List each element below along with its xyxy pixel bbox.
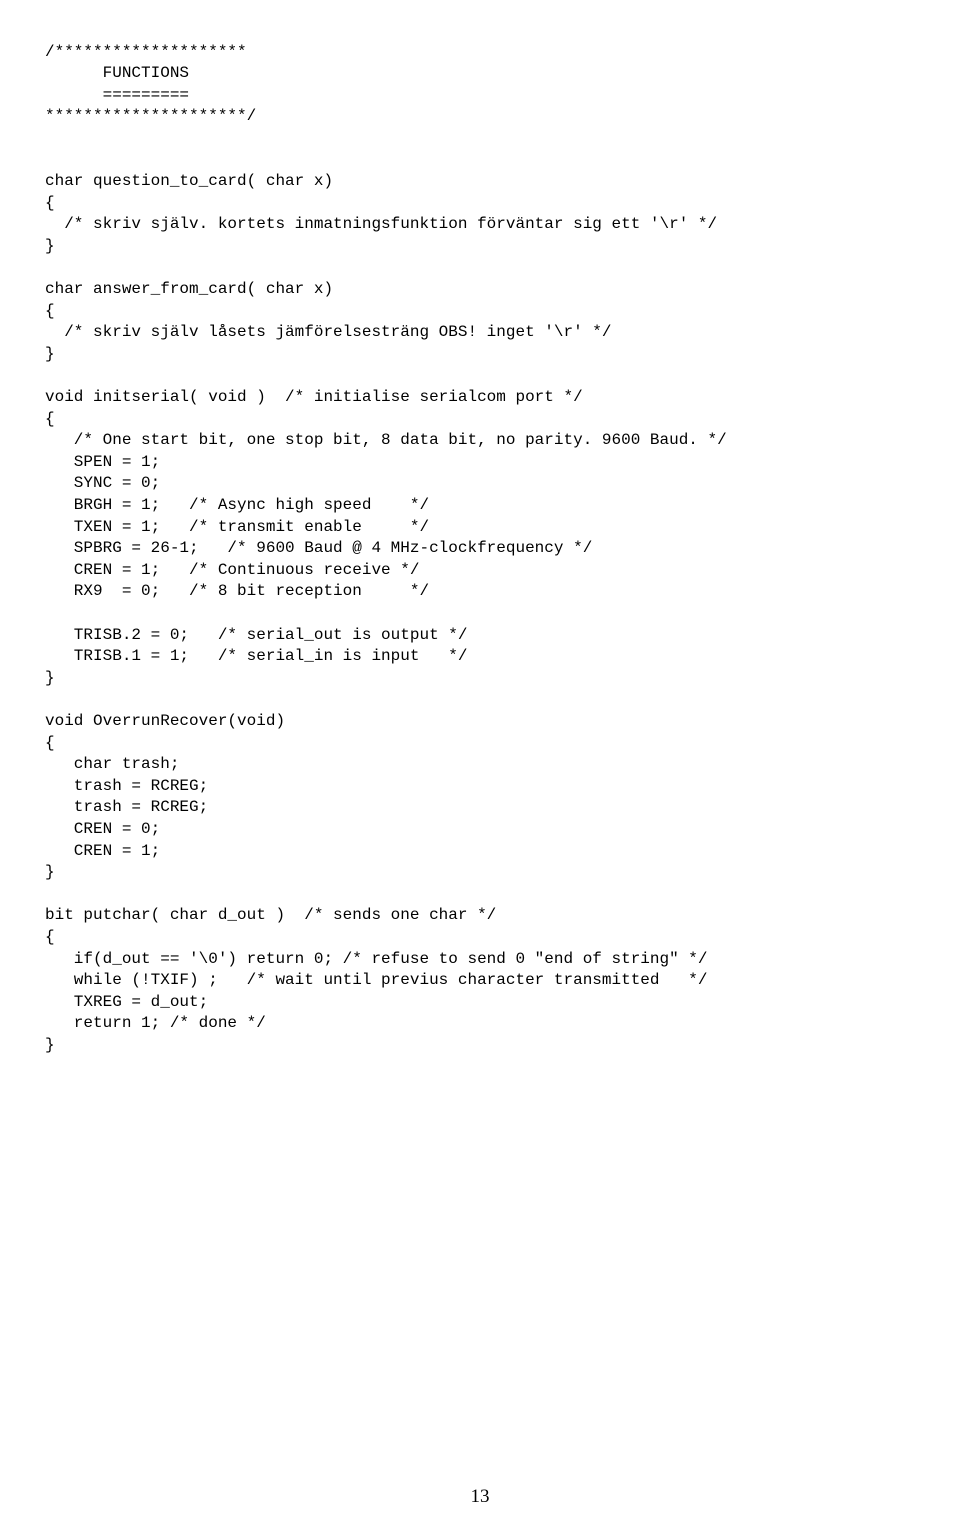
code-line: { (45, 302, 55, 320)
code-line: TRISB.1 = 1; /* serial_in is input */ (45, 647, 467, 665)
code-line: void initserial( void ) /* initialise se… (45, 388, 583, 406)
code-line: TXREG = d_out; (45, 993, 208, 1011)
code-line: CREN = 1; (45, 842, 160, 860)
code-line: char question_to_card( char x) (45, 172, 333, 190)
code-line: RX9 = 0; /* 8 bit reception */ (45, 582, 429, 600)
code-line: { (45, 734, 55, 752)
code-line: } (45, 669, 55, 687)
code-line: /* skriv själv. kortets inmatningsfunkti… (45, 215, 717, 233)
code-line: { (45, 194, 55, 212)
code-line: CREN = 0; (45, 820, 160, 838)
code-line: BRGH = 1; /* Async high speed */ (45, 496, 429, 514)
code-line: trash = RCREG; (45, 777, 208, 795)
code-line: return 1; /* done */ (45, 1014, 266, 1032)
code-line: trash = RCREG; (45, 798, 208, 816)
code-line: { (45, 928, 55, 946)
code-line: void OverrunRecover(void) (45, 712, 285, 730)
code-line: CREN = 1; /* Continuous receive */ (45, 561, 419, 579)
code-line: char trash; (45, 755, 179, 773)
code-line: SPEN = 1; (45, 453, 160, 471)
code-line: SYNC = 0; (45, 474, 160, 492)
code-line: char answer_from_card( char x) (45, 280, 333, 298)
code-line: *********************/ (45, 107, 256, 125)
code-line: /* skriv själv låsets jämförelsesträng O… (45, 323, 612, 341)
code-block: /******************** FUNCTIONS ========… (0, 0, 960, 1117)
code-line: FUNCTIONS (45, 64, 189, 82)
code-line: { (45, 410, 55, 428)
code-line: /******************** (45, 43, 247, 61)
code-line: } (45, 1036, 55, 1054)
code-line: if(d_out == '\0') return 0; /* refuse to… (45, 950, 708, 968)
code-line: TXEN = 1; /* transmit enable */ (45, 518, 429, 536)
code-line: while (!TXIF) ; /* wait until previus ch… (45, 971, 708, 989)
code-line: } (45, 237, 55, 255)
page-number: 13 (0, 1486, 960, 1508)
code-line: /* One start bit, one stop bit, 8 data b… (45, 431, 727, 449)
code-line: ========= (45, 86, 189, 104)
code-line: SPBRG = 26-1; /* 9600 Baud @ 4 MHz-clock… (45, 539, 592, 557)
code-line: TRISB.2 = 0; /* serial_out is output */ (45, 626, 467, 644)
code-line: bit putchar( char d_out ) /* sends one c… (45, 906, 496, 924)
code-line: } (45, 863, 55, 881)
code-line: } (45, 345, 55, 363)
